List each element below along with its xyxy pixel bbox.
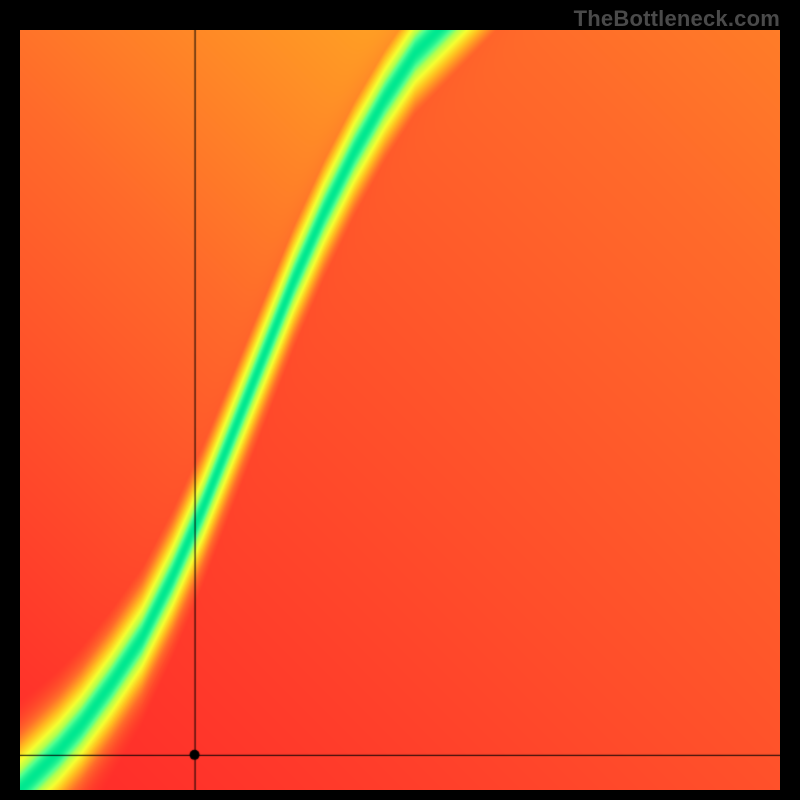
- chart-container: TheBottleneck.com: [0, 0, 800, 800]
- heatmap-canvas: [20, 30, 780, 790]
- watermark-label: TheBottleneck.com: [574, 6, 780, 32]
